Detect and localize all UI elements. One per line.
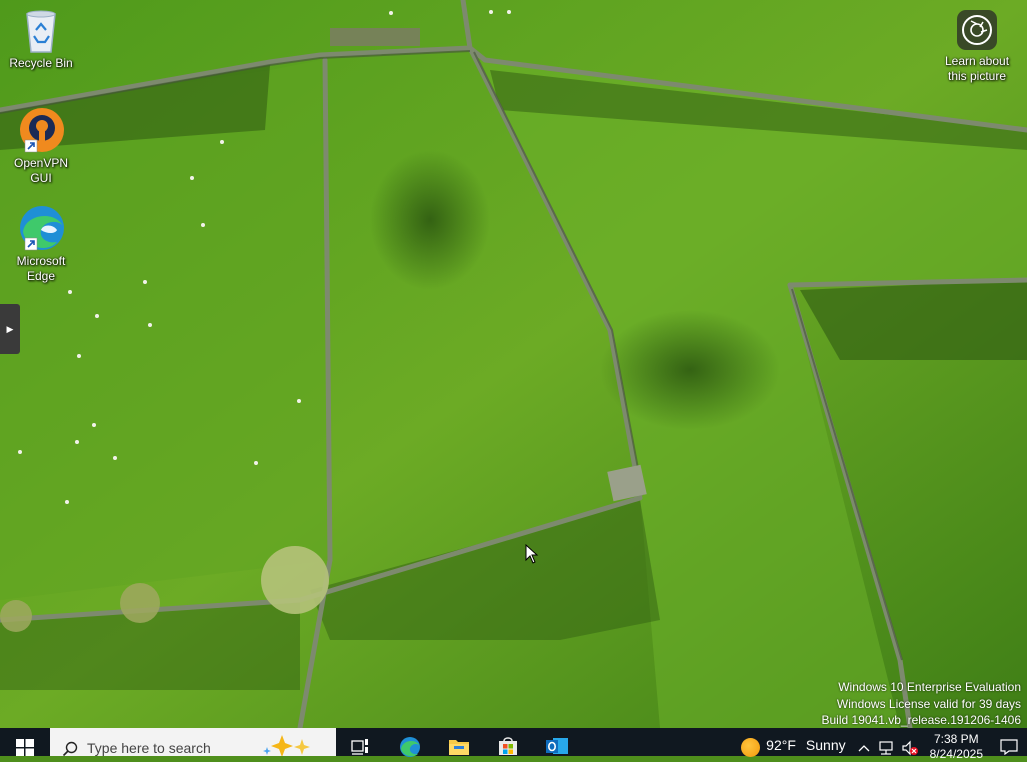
weather-condition: Sunny	[805, 737, 846, 753]
taskbar-store[interactable]	[483, 728, 532, 756]
volume-muted-icon[interactable]	[901, 728, 919, 761]
windows-logo-icon	[16, 739, 34, 756]
learn-about-line2: this picture	[947, 69, 1007, 83]
openvpn-icon	[15, 106, 67, 154]
watermark-line3: Build 19041.vb_release.191206-1406	[821, 713, 1022, 727]
chevron-right-icon: ▶	[6, 323, 14, 334]
outlook-icon	[545, 738, 568, 754]
folder-icon	[448, 740, 469, 755]
desktop-icon-openvpn[interactable]: OpenVPN GUI	[3, 106, 79, 186]
side-panel-handle[interactable]: ▶	[0, 304, 20, 354]
show-hidden-icons-chevron-up-icon[interactable]	[857, 728, 871, 758]
taskbar: Type here to search 92°F Sunny 7:38 PM 8…	[0, 728, 1027, 761]
sun-icon	[741, 738, 761, 757]
taskbar-task-view[interactable]	[336, 728, 385, 756]
camera-icon	[957, 10, 997, 50]
taskbar-file-explorer[interactable]	[434, 728, 483, 756]
desktop-icon-recycle-bin[interactable]: Recycle Bin	[3, 6, 79, 71]
desktop-icon-edge[interactable]: Microsoft Edge	[3, 204, 79, 284]
watermark-line1: Windows 10 Enterprise Evaluation	[838, 680, 1021, 694]
taskbar-clock[interactable]: 7:38 PM 8/24/2025	[922, 728, 991, 762]
edge-icon	[15, 204, 67, 252]
store-icon	[498, 737, 517, 755]
learn-about-line1: Learn about	[944, 54, 1010, 68]
watermark-line2: Windows License valid for 39 days	[836, 696, 1021, 711]
search-icon	[62, 741, 78, 757]
sparkle-icon	[263, 735, 310, 756]
clock-date: 8/24/2025	[929, 747, 983, 761]
taskbar-edge[interactable]	[385, 728, 434, 757]
search-placeholder: Type here to search	[87, 740, 211, 756]
system-tray: 92°F Sunny 7:38 PM 8/24/2025	[735, 728, 1027, 761]
action-center-button[interactable]	[991, 728, 1027, 755]
notification-icon	[1000, 739, 1018, 755]
start-button[interactable]	[0, 728, 50, 756]
learn-about-picture[interactable]: Learn about this picture	[936, 10, 1018, 84]
edge-label: Microsoft Edge	[16, 254, 66, 283]
edge-icon	[399, 737, 420, 757]
taskbar-outlook[interactable]	[532, 728, 581, 756]
openvpn-label: OpenVPN GUI	[13, 156, 69, 185]
clock-time: 7:38 PM	[933, 732, 979, 746]
windows-watermark: Windows 10 Enterprise Evaluation Windows…	[822, 679, 1022, 728]
mouse-cursor-icon	[525, 543, 539, 569]
task-view-icon	[350, 739, 368, 755]
desktop[interactable]: Recycle Bin OpenVPN GUI Microsoft Edge L…	[0, 0, 1027, 728]
recycle-bin-label: Recycle Bin	[9, 56, 73, 70]
taskbar-search-box[interactable]: Type here to search	[50, 728, 336, 757]
network-icon[interactable]	[877, 728, 895, 761]
wallpaper	[0, 0, 1027, 728]
weather-temp: 92°F	[766, 737, 796, 753]
recycle-bin-icon	[15, 6, 67, 54]
weather-widget[interactable]: 92°F Sunny	[735, 728, 853, 757]
